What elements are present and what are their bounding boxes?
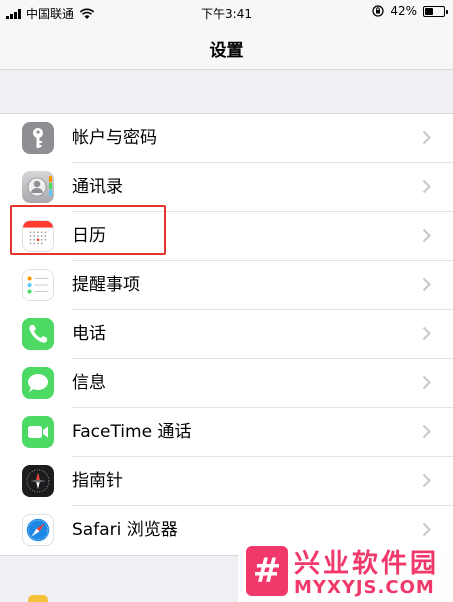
chevron-right-icon: [422, 228, 431, 243]
status-right: 42%: [372, 4, 448, 18]
settings-item-label: 提醒事项: [72, 275, 140, 295]
key-icon: [22, 122, 54, 154]
phone-icon: [22, 318, 54, 350]
navigation-bar: 设置: [0, 26, 453, 70]
settings-item-messages[interactable]: 信息: [0, 359, 453, 408]
chevron-right-icon: [422, 522, 431, 537]
chevron-right-icon: [422, 130, 431, 145]
watermark-url: MYXYJS.COM: [294, 577, 435, 598]
compass-icon: [22, 465, 54, 497]
watermark-title: 兴业软件园: [294, 549, 440, 579]
chevron-right-icon: [422, 179, 431, 194]
watermark: # 兴业软件园 MYXYJS.COM: [238, 540, 453, 602]
safari-icon: [22, 514, 54, 546]
settings-item-label: 帐户与密码: [72, 128, 157, 148]
settings-item-label: 信息: [72, 373, 106, 393]
status-bar: 中国联通 下午3:41 42%: [0, 0, 453, 26]
settings-item-label: 电话: [72, 324, 106, 344]
settings-item-label: 通讯录: [72, 177, 123, 197]
chevron-right-icon: [422, 424, 431, 439]
battery-fill: [425, 7, 433, 15]
settings-item-label: FaceTime 通话: [72, 422, 192, 442]
settings-item-compass[interactable]: 指南针: [0, 457, 453, 506]
settings-item-phone[interactable]: 电话: [0, 310, 453, 359]
page-title: 设置: [209, 41, 244, 61]
chevron-right-icon: [422, 277, 431, 292]
settings-item-label: 指南针: [72, 471, 123, 491]
reminders-icon: [22, 269, 54, 301]
settings-list: 帐户与密码 通讯录 日历 提醒事项 电话 信息 FaceTime 通话 指南针 …: [0, 113, 453, 556]
facetime-icon: [22, 416, 54, 448]
partial-row-icon: [28, 595, 48, 602]
chevron-right-icon: [422, 375, 431, 390]
messages-icon: [22, 367, 54, 399]
settings-item-reminders[interactable]: 提醒事项: [0, 261, 453, 310]
settings-item-label: Safari 浏览器: [72, 520, 178, 540]
settings-item-facetime[interactable]: FaceTime 通话: [0, 408, 453, 457]
calendar-highlight-box: [10, 205, 166, 255]
watermark-logo: #: [246, 546, 288, 596]
orientation-lock-icon: [372, 5, 384, 17]
battery-percent: 42%: [390, 4, 417, 18]
battery-icon: [423, 5, 448, 17]
settings-item-accounts-passwords[interactable]: 帐户与密码: [0, 114, 453, 163]
chevron-right-icon: [422, 326, 431, 341]
contacts-icon: [22, 171, 54, 203]
chevron-right-icon: [422, 473, 431, 488]
